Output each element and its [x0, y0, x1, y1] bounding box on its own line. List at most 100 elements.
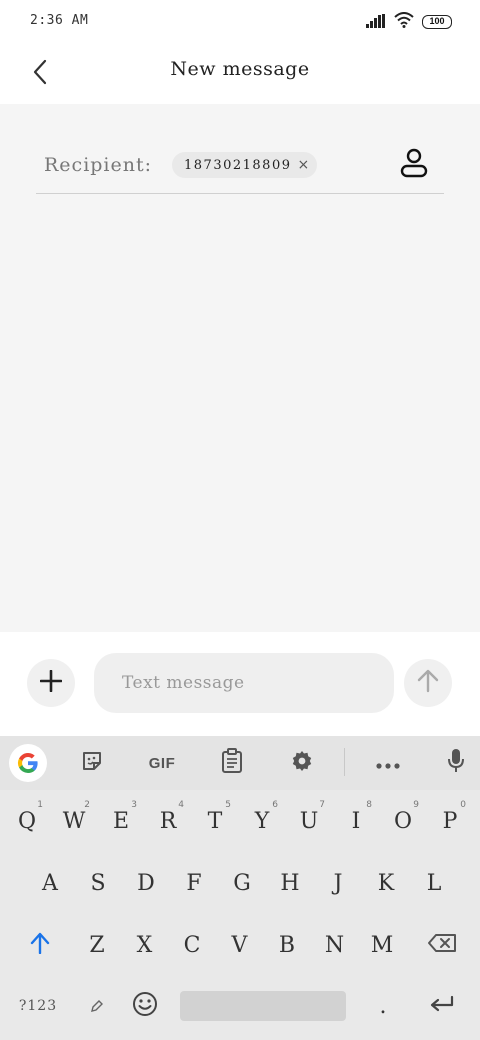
- key-c[interactable]: C: [170, 920, 214, 970]
- key-f[interactable]: F: [172, 858, 216, 908]
- page-title: New message: [170, 58, 310, 80]
- status-bar: 2:36 AM 100: [0, 0, 480, 44]
- key-w[interactable]: W2: [52, 796, 96, 846]
- enter-arrow-icon: [429, 995, 455, 1017]
- sticker-button[interactable]: [72, 744, 112, 782]
- keyboard-toolbar: GIF: [0, 736, 480, 790]
- key-b[interactable]: B: [265, 920, 309, 970]
- clipboard-button[interactable]: [212, 744, 252, 782]
- backspace-icon: [427, 933, 457, 957]
- key-hint: 8: [366, 800, 372, 810]
- key-label: D: [137, 870, 155, 896]
- add-attachment-button[interactable]: [27, 659, 75, 707]
- voice-input-button[interactable]: [436, 744, 476, 782]
- clipboard-icon: [221, 748, 243, 778]
- key-label: H: [280, 870, 300, 896]
- backspace-key[interactable]: [420, 920, 464, 970]
- key-e[interactable]: E3: [99, 796, 143, 846]
- remove-recipient-button[interactable]: ×: [297, 158, 309, 172]
- google-icon: [9, 744, 47, 782]
- enter-key[interactable]: [420, 988, 464, 1024]
- key-s[interactable]: S: [76, 858, 120, 908]
- key-label: R: [159, 808, 177, 834]
- smiley-icon: [132, 991, 158, 1021]
- contacts-button[interactable]: [398, 148, 430, 182]
- key-hint: 3: [131, 800, 137, 810]
- status-time: 2:36 AM: [30, 13, 89, 28]
- arrow-up-icon: [417, 669, 439, 697]
- key-g[interactable]: G: [220, 858, 264, 908]
- key-h[interactable]: H: [268, 858, 312, 908]
- contact-icon: [400, 148, 428, 182]
- key-t[interactable]: T5: [193, 796, 237, 846]
- key-label: I: [351, 808, 361, 834]
- status-icons: 100: [366, 12, 452, 32]
- key-p[interactable]: P0: [428, 796, 472, 846]
- key-label: N: [324, 932, 345, 958]
- key-label: X: [136, 932, 153, 958]
- compose-bar: [0, 632, 480, 736]
- symbols-key[interactable]: ?123: [10, 988, 66, 1024]
- key-label: L: [426, 870, 442, 896]
- key-label: K: [377, 870, 395, 896]
- period-key[interactable]: .: [368, 988, 398, 1024]
- key-hint: 5: [225, 800, 231, 810]
- settings-button[interactable]: [282, 744, 322, 782]
- key-x[interactable]: X: [123, 920, 167, 970]
- recipient-label: Recipient:: [44, 154, 153, 176]
- key-label: W: [62, 808, 86, 834]
- gif-button[interactable]: GIF: [140, 744, 184, 782]
- key-label: Q: [17, 808, 37, 834]
- spacebar[interactable]: [180, 991, 346, 1021]
- toolbar-divider: [344, 748, 345, 776]
- key-hint: 6: [272, 800, 278, 810]
- recipient-chip-text: 18730218809: [184, 157, 292, 173]
- message-input[interactable]: [94, 653, 394, 713]
- google-button[interactable]: [9, 744, 47, 782]
- key-y[interactable]: Y6: [240, 796, 284, 846]
- key-k[interactable]: K: [364, 858, 408, 908]
- key-a[interactable]: A: [28, 858, 72, 908]
- microphone-icon: [447, 748, 465, 778]
- key-label: O: [393, 808, 413, 834]
- key-u[interactable]: U7: [287, 796, 331, 846]
- wifi-icon: [394, 12, 414, 32]
- pen-icon: [90, 998, 104, 1017]
- key-label: F: [186, 870, 202, 896]
- key-hint: 0: [460, 800, 466, 810]
- gear-icon: [290, 749, 314, 777]
- key-o[interactable]: O9: [381, 796, 425, 846]
- sticker-icon: [80, 749, 104, 777]
- key-label: G: [233, 870, 251, 896]
- key-hint: 1: [37, 800, 43, 810]
- plus-icon: [39, 669, 63, 696]
- send-button[interactable]: [404, 659, 452, 707]
- key-hint: 4: [178, 800, 184, 810]
- key-m[interactable]: M: [360, 920, 404, 970]
- key-v[interactable]: V: [218, 920, 262, 970]
- conversation-area: Recipient: 18730218809 ×: [0, 104, 480, 632]
- key-l[interactable]: L: [412, 858, 456, 908]
- key-i[interactable]: I8: [334, 796, 378, 846]
- key-label: Z: [89, 932, 105, 958]
- key-j[interactable]: J: [316, 858, 360, 908]
- key-label: E: [112, 808, 130, 834]
- key-d[interactable]: D: [124, 858, 168, 908]
- recipient-chip[interactable]: 18730218809 ×: [172, 152, 318, 178]
- key-label: U: [299, 808, 319, 834]
- shift-key[interactable]: [22, 920, 58, 970]
- key-q[interactable]: Q1: [5, 796, 49, 846]
- key-hint: 7: [319, 800, 325, 810]
- key-label: P: [442, 808, 458, 834]
- keyboard: G I F Q 1 W 2 E 3 R 4 T 5 Y 6 U 7 I 8 O 9 …: [0, 736, 480, 1040]
- key-z[interactable]: Z: [75, 920, 119, 970]
- key-label: J: [333, 870, 343, 896]
- more-button[interactable]: [368, 744, 408, 782]
- gif-label: GIF: [148, 754, 176, 772]
- key-r[interactable]: R4: [146, 796, 190, 846]
- shift-arrow-icon: [30, 932, 50, 958]
- key-n[interactable]: N: [313, 920, 357, 970]
- key-label: A: [42, 870, 58, 896]
- emoji-sticker-key[interactable]: [82, 990, 112, 1024]
- emoji-key[interactable]: [128, 988, 162, 1024]
